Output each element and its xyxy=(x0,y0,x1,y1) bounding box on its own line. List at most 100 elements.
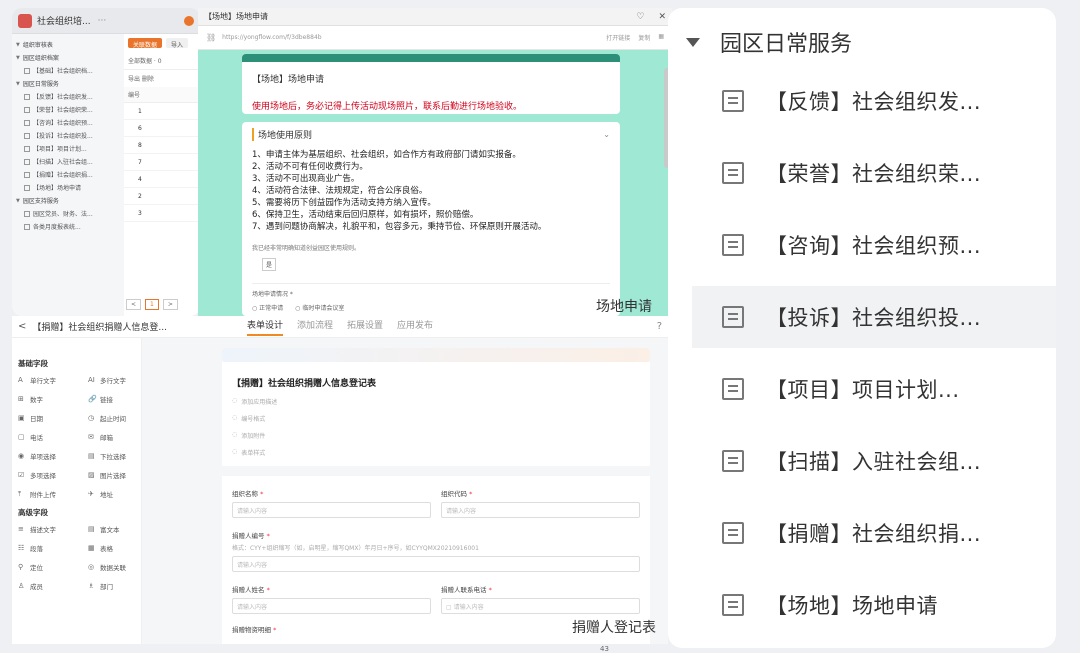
designer-tab[interactable]: 添加流程 xyxy=(297,318,333,336)
palette-field[interactable]: AI 多行文字 xyxy=(88,375,148,385)
palette-field[interactable]: 🔗 链接 xyxy=(88,394,148,404)
palette-field[interactable]: ▣ 日期 xyxy=(18,413,88,423)
sidebar-item[interactable]: 【投诉】社会组织投... xyxy=(12,129,124,142)
filter-bar[interactable]: 全部数据 · 0 xyxy=(124,52,200,70)
palette-field[interactable]: ▦ 表格 xyxy=(88,543,148,553)
table-row[interactable]: 3 xyxy=(124,205,200,222)
palette-field-label: 富文本 xyxy=(100,526,120,534)
page-button[interactable]: 1 xyxy=(145,299,159,310)
palette-field[interactable]: ▤ 下拉选择 xyxy=(88,451,148,461)
form-meta-item[interactable]: ◌ 表单样式 xyxy=(232,448,640,457)
favorite-icon[interactable]: ♡ xyxy=(636,12,644,22)
palette-field[interactable]: ◉ 单项选择 xyxy=(18,451,88,461)
table-row[interactable]: 2 xyxy=(124,188,200,205)
donor-phone-input[interactable]: ▢ 请输入内容 xyxy=(441,598,640,614)
table-row[interactable]: 8 xyxy=(124,137,200,154)
nav-item[interactable]: 【反馈】社会组织发... xyxy=(692,70,1056,132)
palette-field[interactable]: ✈ 地址 xyxy=(88,489,148,499)
form-title[interactable]: 【捐赠】社会组织捐赠人信息登记表 xyxy=(232,376,640,389)
meta-icon: ◌ xyxy=(232,414,238,421)
nav-group-header[interactable]: 园区日常服务 xyxy=(686,26,852,58)
nav-item[interactable]: 【捐赠】社会组织捐... xyxy=(692,502,1056,564)
sidebar-group[interactable]: ▼ 园区支持服务 xyxy=(12,194,124,207)
sidebar-item[interactable]: 园区党员、财务、法... xyxy=(12,207,124,220)
sidebar-item[interactable]: 【项目】项目计划... xyxy=(12,142,124,155)
form-meta-item[interactable]: ◌ 编号格式 xyxy=(232,414,640,423)
nav-item[interactable]: 【荣誉】社会组织荣... xyxy=(692,142,1056,204)
palette-field[interactable]: ◎ 数据关联 xyxy=(88,562,148,572)
org-name-input[interactable]: 请输入内容 xyxy=(232,502,431,518)
designer-tab[interactable]: 拓展设置 xyxy=(347,318,383,336)
palette-field[interactable]: ≡ 描述文字 xyxy=(18,524,88,534)
sidebar-item[interactable]: 【基础】社会组织档... xyxy=(12,64,124,77)
open-link-button[interactable]: 打开链接 xyxy=(606,33,630,42)
palette-field[interactable]: ♙ 成员 xyxy=(18,581,88,591)
donor-name-input[interactable]: 请输入内容 xyxy=(232,598,431,614)
radio-temp-request[interactable]: ○ 临时申请会议室 xyxy=(295,303,344,312)
palette-field[interactable]: ✉ 邮箱 xyxy=(88,432,148,442)
palette-field[interactable]: ▤ 富文本 xyxy=(88,524,148,534)
sidebar-group[interactable]: ▼ 组织审核表 xyxy=(12,38,124,51)
sidebar-item[interactable]: 【反馈】社会组织发... xyxy=(12,90,124,103)
browser-tabbar: 【场地】场地申请 ♡ ✕ xyxy=(198,8,672,26)
rule-item: 3、活动不可出现商业广告。 xyxy=(252,174,360,184)
sidebar-item[interactable]: 【场地】场地申请 xyxy=(12,181,124,194)
form-doc-icon xyxy=(722,594,744,616)
chevron-down-icon[interactable]: ⌄ xyxy=(603,130,610,139)
palette-field[interactable]: ▨ 图片选择 xyxy=(88,470,148,480)
palette-field[interactable]: ☑ 多项选择 xyxy=(18,470,88,480)
sidebar-item[interactable]: 【荣誉】社会组织荣... xyxy=(12,103,124,116)
caption-venue: 场地申请 xyxy=(596,299,652,315)
palette-field[interactable]: ◷ 起止时间 xyxy=(88,413,148,423)
radio-normal-request[interactable]: ○ 正常申请 xyxy=(252,303,283,312)
form-meta-item[interactable]: ◌ 添加应用描述 xyxy=(232,397,640,406)
sidebar: ▼ 组织审核表 ▼ 园区组织档案【基础】社会组织档... ▼ 园区日常服务 【反馈】社会组织… xyxy=(12,34,124,316)
sidebar-group[interactable]: ▼ 园区组织档案 xyxy=(12,51,124,64)
donor-no-input[interactable]: 请输入内容 xyxy=(232,556,640,572)
copy-button[interactable]: 复制 xyxy=(638,33,650,42)
import-button[interactable]: 导入 xyxy=(166,38,189,49)
sidebar-item[interactable]: 【咨询】社会组织预... xyxy=(12,116,124,129)
acknowledge-checkbox[interactable]: 是 xyxy=(262,258,277,271)
browser-tab-title[interactable]: 【场地】场地申请 xyxy=(204,11,268,22)
toolbar[interactable]: 导出 删除 xyxy=(124,70,200,87)
table-row[interactable]: 7 xyxy=(124,154,200,171)
palette-field[interactable]: ♗ 部门 xyxy=(88,581,148,591)
document-icon xyxy=(24,171,30,178)
rules-header[interactable]: 场地使用原则 ⌄ xyxy=(252,128,610,141)
help-icon[interactable]: ? xyxy=(657,321,662,332)
nav-item-label: 【投诉】社会组织投... xyxy=(766,306,982,330)
table-row[interactable]: 6 xyxy=(124,120,200,137)
nav-item[interactable]: 【场地】场地申请 xyxy=(692,574,1056,636)
table-row[interactable]: 1 xyxy=(124,103,200,120)
sidebar-item-label: 【基础】社会组织档... xyxy=(33,68,93,75)
sidebar-group[interactable]: ▼ 园区日常服务 xyxy=(12,77,124,90)
prev-page-button[interactable]: < xyxy=(126,299,142,310)
nav-item[interactable]: 【项目】项目计划... xyxy=(692,358,1056,420)
sidebar-item[interactable]: 【扫描】入驻社会组... xyxy=(12,155,124,168)
more-icon[interactable]: ··· xyxy=(98,16,107,26)
designer-tab[interactable]: 表单设计 xyxy=(246,318,283,336)
nav-item[interactable]: 【扫描】入驻社会组... xyxy=(692,430,1056,492)
url-text[interactable]: https://yongflow.com/f/3dbe884b xyxy=(222,34,600,41)
qrcode-icon[interactable]: ▦ xyxy=(658,33,664,42)
next-page-button[interactable]: > xyxy=(162,299,178,310)
org-code-input[interactable]: 请输入内容 xyxy=(441,502,640,518)
palette-field[interactable]: ☷ 段落 xyxy=(18,543,88,553)
nav-item[interactable]: 【咨询】社会组织预... xyxy=(692,214,1056,276)
designer-tab[interactable]: 应用发布 xyxy=(397,318,433,336)
close-icon[interactable]: ✕ xyxy=(658,12,666,22)
table-row[interactable]: 4 xyxy=(124,171,200,188)
palette-field[interactable]: A 单行文字 xyxy=(18,375,88,385)
nav-item[interactable]: 【投诉】社会组织投... xyxy=(692,286,1056,348)
palette-field[interactable]: ▢ 电话 xyxy=(18,432,88,442)
palette-field[interactable]: ⊞ 数字 xyxy=(18,394,88,404)
add-data-button[interactable]: 关联数据 xyxy=(128,38,163,49)
back-icon[interactable]: < xyxy=(18,321,26,332)
palette-field[interactable]: ⚲ 定位 xyxy=(18,562,88,572)
form-meta-item[interactable]: ◌ 添加附件 xyxy=(232,431,640,440)
sidebar-item[interactable]: 各类月度报表统... xyxy=(12,220,124,233)
notification-badge[interactable] xyxy=(184,15,194,26)
palette-field[interactable]: ⤒ 附件上传 xyxy=(18,489,88,500)
sidebar-item[interactable]: 【捐赠】社会组织捐... xyxy=(12,168,124,181)
